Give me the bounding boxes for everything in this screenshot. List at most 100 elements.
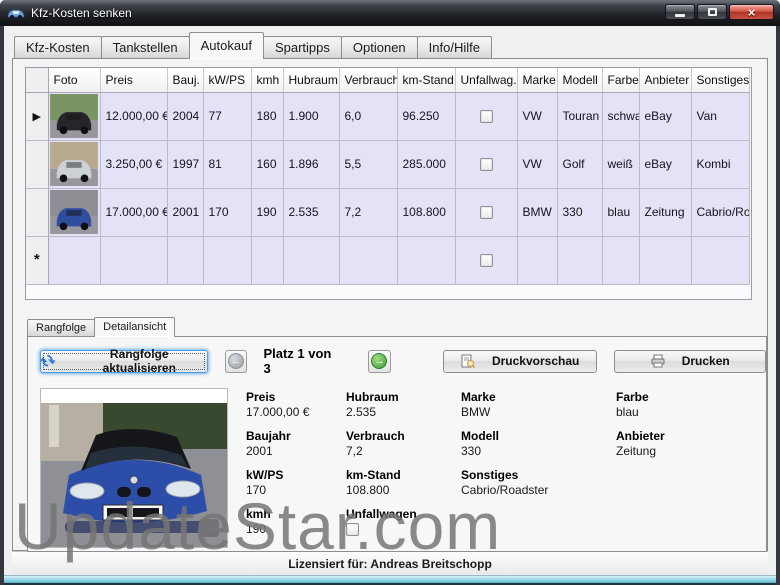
unfallwagen-checkbox[interactable] <box>479 254 493 268</box>
cell-marke[interactable] <box>517 236 558 285</box>
tab-optionen[interactable]: Optionen <box>340 36 418 58</box>
tab-detailansicht[interactable]: Detailansicht <box>94 317 176 337</box>
cell-modell[interactable] <box>557 236 603 285</box>
cell-preis[interactable]: 17.000,00 € <box>100 188 168 237</box>
column-header-preis[interactable]: Preis <box>100 68 168 93</box>
maximize-button[interactable] <box>697 4 727 20</box>
cell-sonstiges[interactable]: Van <box>691 92 750 141</box>
unfallwagen-checkbox[interactable] <box>479 206 493 220</box>
print-preview-button[interactable]: Druckvorschau <box>442 349 598 373</box>
column-header-verbrauch[interactable]: Verbrauch <box>339 68 398 93</box>
cell-kmh[interactable]: 190 <box>251 188 284 237</box>
cell-modell[interactable]: Golf <box>557 140 603 189</box>
cell-bauj[interactable]: 2001 <box>167 188 204 237</box>
cell-kwps[interactable]: 170 <box>203 188 252 237</box>
cell-unfallwag[interactable] <box>455 92 518 141</box>
row-selector-header[interactable] <box>26 68 49 93</box>
cell-sonstiges[interactable] <box>691 236 750 285</box>
cell-kmstand[interactable]: 96.250 <box>397 92 456 141</box>
column-header-modell[interactable]: Modell <box>557 68 603 93</box>
cell-bauj[interactable] <box>167 236 204 285</box>
cell-farbe[interactable]: schwarz <box>602 92 640 141</box>
cell-verbrauch[interactable]: 7,2 <box>339 188 398 237</box>
cell-preis[interactable]: 12.000,00 € <box>100 92 168 141</box>
column-header-foto[interactable]: Foto <box>48 68 101 93</box>
unfallwagen-checkbox[interactable] <box>479 110 493 124</box>
row-selector[interactable] <box>26 188 49 237</box>
column-header-anbieter[interactable]: Anbieter <box>639 68 692 93</box>
cell-farbe[interactable]: weiß <box>602 140 640 189</box>
unfallwagen-detail-checkbox[interactable] <box>346 523 359 537</box>
cell-preis[interactable]: 3.250,00 € <box>100 140 168 189</box>
cell-foto[interactable] <box>48 236 101 285</box>
cell-hubraum[interactable]: 2.535 <box>283 188 340 237</box>
column-header-sonstiges[interactable]: Sonstiges <box>691 68 750 93</box>
cell-foto[interactable] <box>48 140 101 189</box>
cell-anbieter[interactable]: eBay <box>639 92 692 141</box>
cell-kmh[interactable]: 180 <box>251 92 284 141</box>
table-row[interactable]: ▶ 12.000,00 € 2004 77 180 1.900 6,0 96.2… <box>26 92 750 141</box>
previous-button[interactable]: ← <box>224 349 248 373</box>
cell-foto[interactable] <box>48 188 101 237</box>
cell-sonstiges[interactable]: Cabrio/Roadster <box>691 188 750 237</box>
cell-verbrauch[interactable]: 5,5 <box>339 140 398 189</box>
cell-anbieter[interactable] <box>639 236 692 285</box>
row-selector[interactable] <box>26 140 49 189</box>
cell-kwps[interactable]: 77 <box>203 92 252 141</box>
tab-spartipps[interactable]: Spartipps <box>262 36 342 58</box>
cell-marke[interactable]: VW <box>517 92 558 141</box>
row-selector[interactable]: * <box>26 236 49 285</box>
cell-verbrauch[interactable]: 6,0 <box>339 92 398 141</box>
cell-farbe[interactable] <box>602 236 640 285</box>
cell-kmstand[interactable]: 285.000 <box>397 140 456 189</box>
cell-kmh[interactable]: 160 <box>251 140 284 189</box>
print-button[interactable]: Drucken <box>614 349 766 373</box>
cell-kmstand[interactable] <box>397 236 456 285</box>
cell-bauj[interactable]: 2004 <box>167 92 204 141</box>
cell-kwps[interactable] <box>203 236 252 285</box>
cell-marke[interactable]: BMW <box>517 188 558 237</box>
column-header-hubraum[interactable]: Hubraum <box>283 68 340 93</box>
update-ranking-button[interactable]: Rangfolge aktualisieren <box>40 347 208 375</box>
tab-info-hilfe[interactable]: Info/Hilfe <box>416 36 492 58</box>
column-header-bauj[interactable]: Bauj. <box>167 68 204 93</box>
column-header-farbe[interactable]: Farbe <box>602 68 640 93</box>
cell-hubraum[interactable]: 1.896 <box>283 140 340 189</box>
new-row[interactable]: * <box>26 236 750 285</box>
table-row[interactable]: 17.000,00 € 2001 170 190 2.535 7,2 108.8… <box>26 188 750 237</box>
tab-tankstellen[interactable]: Tankstellen <box>100 36 190 58</box>
titlebar[interactable]: Kfz-Kosten senken × <box>0 0 780 26</box>
cell-verbrauch[interactable] <box>339 236 398 285</box>
cell-unfallwag[interactable] <box>455 236 518 285</box>
cell-anbieter[interactable]: Zeitung <box>639 188 692 237</box>
column-header-kwps[interactable]: kW/PS <box>203 68 252 93</box>
cell-hubraum[interactable]: 1.900 <box>283 92 340 141</box>
row-selector[interactable]: ▶ <box>26 92 49 141</box>
tab-kfz-kosten[interactable]: Kfz-Kosten <box>14 36 102 58</box>
cell-bauj[interactable]: 1997 <box>167 140 204 189</box>
cell-marke[interactable]: VW <box>517 140 558 189</box>
cell-anbieter[interactable]: eBay <box>639 140 692 189</box>
cell-hubraum[interactable] <box>283 236 340 285</box>
cell-preis[interactable] <box>100 236 168 285</box>
minimize-button[interactable] <box>665 4 695 20</box>
next-button[interactable]: → <box>367 349 391 373</box>
close-button[interactable]: × <box>729 4 774 20</box>
column-header-marke[interactable]: Marke <box>517 68 558 93</box>
cell-modell[interactable]: 330 <box>557 188 603 237</box>
cell-sonstiges[interactable]: Kombi <box>691 140 750 189</box>
column-header-unfallwag[interactable]: Unfallwag. <box>455 68 518 93</box>
cell-modell[interactable]: Touran <box>557 92 603 141</box>
cell-kwps[interactable]: 81 <box>203 140 252 189</box>
cell-kmh[interactable] <box>251 236 284 285</box>
table-row[interactable]: 3.250,00 € 1997 81 160 1.896 5,5 285.000… <box>26 140 750 189</box>
column-header-kmstand[interactable]: km-Stand <box>397 68 456 93</box>
tab-autokauf[interactable]: Autokauf <box>188 32 264 59</box>
tab-rangfolge[interactable]: Rangfolge <box>27 319 96 336</box>
cell-foto[interactable] <box>48 92 101 141</box>
column-header-kmh[interactable]: kmh <box>251 68 284 93</box>
cell-kmstand[interactable]: 108.800 <box>397 188 456 237</box>
unfallwagen-checkbox[interactable] <box>479 158 493 172</box>
cell-unfallwag[interactable] <box>455 188 518 237</box>
cell-unfallwag[interactable] <box>455 140 518 189</box>
